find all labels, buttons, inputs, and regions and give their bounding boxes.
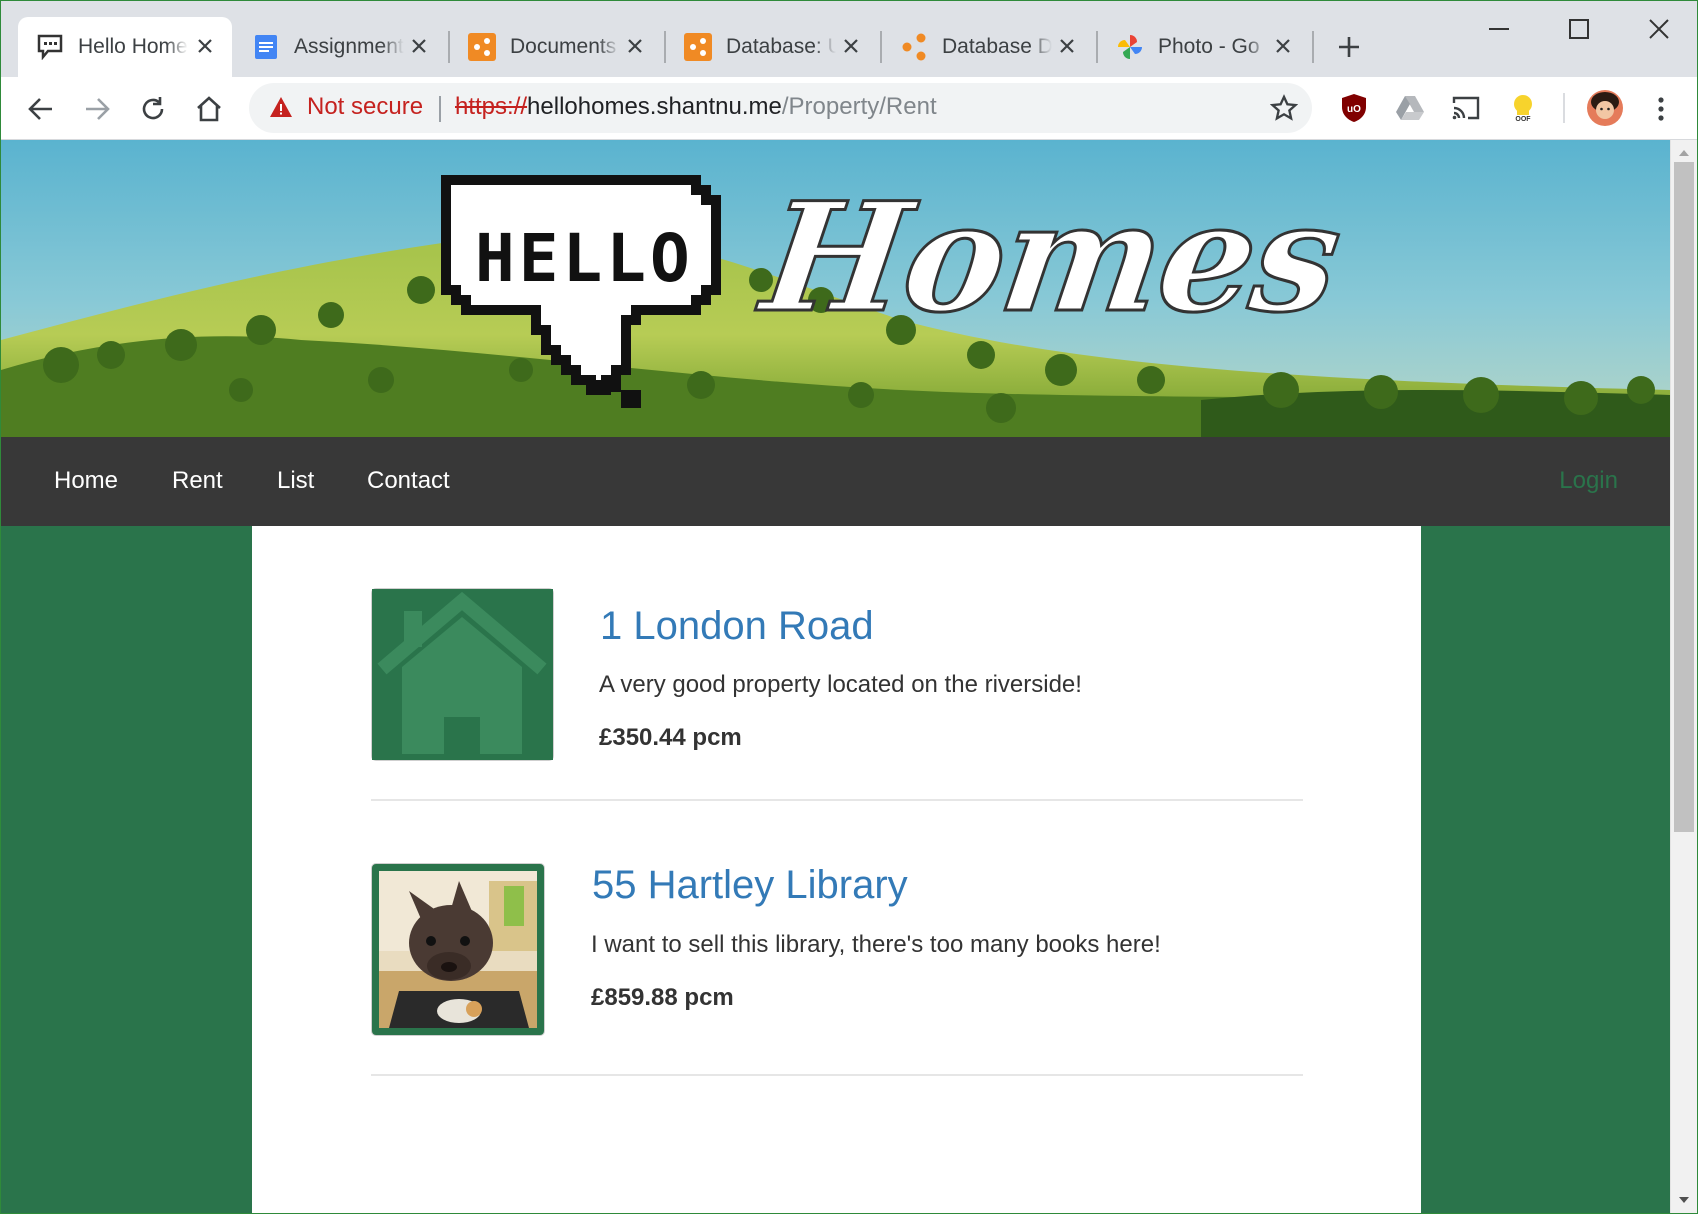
address-bar[interactable]: Not secure https://hellohomes.shantnu.me… — [249, 83, 1312, 133]
listing-description: A very good property located on the rive… — [599, 671, 1082, 698]
home-icon — [197, 96, 221, 122]
maximize-button[interactable] — [1544, 1, 1614, 57]
tab-database-u[interactable]: Database: U — [666, 17, 878, 77]
close-icon[interactable] — [408, 35, 430, 57]
app-icon — [468, 33, 496, 61]
ublock-extension-icon[interactable]: uO — [1337, 91, 1371, 125]
tab-photo[interactable]: Photo - Go — [1098, 17, 1310, 77]
listing-item: 1 London Road A very good property locat… — [371, 526, 1303, 801]
close-icon[interactable] — [1272, 35, 1294, 57]
page-viewport: HELLO Homes Home Rent List Contact Login — [1, 140, 1670, 1213]
tab-database-d[interactable]: Database D — [882, 17, 1094, 77]
login-link[interactable]: Login — [1559, 467, 1618, 495]
menu-button[interactable] — [1641, 89, 1681, 129]
tab-title: Hello Homes — [78, 35, 188, 58]
nav-contact[interactable]: Contact — [367, 467, 450, 495]
new-tab-button[interactable] — [1331, 29, 1367, 65]
listing-price: £859.88 pcm — [591, 984, 734, 1011]
tab-assignment[interactable]: Assignment — [234, 17, 446, 77]
house-placeholder-icon — [372, 589, 553, 760]
site-banner: HELLO Homes — [1, 140, 1670, 437]
close-icon[interactable] — [840, 35, 862, 57]
close-window-icon — [1649, 19, 1669, 39]
listing-item: 55 Hartley Library I want to sell this l… — [371, 801, 1303, 1076]
listing-image[interactable] — [371, 588, 554, 761]
svg-text:uO: uO — [1347, 104, 1361, 115]
brand-name[interactable]: Homes — [752, 169, 1350, 348]
docs-icon — [252, 33, 280, 61]
warning-triangle-icon[interactable] — [269, 95, 293, 124]
cast-icon[interactable] — [1449, 91, 1483, 125]
reload-icon — [142, 97, 164, 120]
security-status[interactable]: Not secure — [307, 93, 423, 121]
listing-title[interactable]: 55 Hartley Library — [592, 863, 908, 908]
listing-title[interactable]: 1 London Road — [600, 604, 874, 649]
tab-hello-homes[interactable]: Hello Homes — [18, 17, 232, 77]
scroll-up-icon — [1679, 150, 1689, 156]
close-icon[interactable] — [194, 35, 216, 57]
forward-button[interactable] — [77, 89, 117, 129]
maximize-icon — [1569, 19, 1589, 39]
tab-title: Documents — [510, 35, 617, 58]
plus-icon — [1339, 37, 1359, 57]
oof-extension-icon[interactable]: OOF — [1506, 91, 1540, 125]
logo-text: HELLO — [475, 220, 694, 297]
browser-window: Hello Homes Assignment Documents Databas… — [0, 0, 1698, 1214]
app-icon — [684, 33, 712, 61]
tab-title: Database D — [942, 35, 1052, 58]
scroll-down-icon — [1679, 1197, 1689, 1203]
minimize-button[interactable] — [1464, 1, 1534, 57]
url-host: hellohomes.shantnu.me — [527, 93, 782, 120]
minimize-icon — [1489, 28, 1509, 30]
drive-extension-icon[interactable] — [1393, 91, 1427, 125]
photos-pinwheel-icon — [1116, 33, 1144, 61]
speech-bubble-icon — [36, 33, 64, 61]
tab-separator — [1312, 31, 1314, 63]
tab-title: Photo - Go — [1158, 35, 1260, 58]
dog-photo — [379, 871, 537, 1028]
nav-list[interactable]: List — [277, 467, 314, 495]
scroll-thumb[interactable] — [1674, 162, 1694, 832]
tab-documents[interactable]: Documents — [450, 17, 662, 77]
nav-home[interactable]: Home — [54, 467, 118, 495]
close-icon[interactable] — [624, 35, 646, 57]
tab-strip: Hello Homes Assignment Documents Databas… — [1, 1, 1697, 77]
page-scrollbar[interactable] — [1670, 140, 1697, 1213]
site-nav: Home Rent List Contact Login — [1, 437, 1670, 526]
share-icon — [900, 33, 928, 61]
listing-image[interactable] — [371, 863, 545, 1036]
listing-price: £350.44 pcm — [599, 724, 742, 751]
toolbar-divider — [1563, 93, 1565, 123]
tab-title: Assignment — [294, 35, 404, 58]
nav-rent[interactable]: Rent — [172, 467, 223, 495]
reload-button[interactable] — [133, 89, 173, 129]
close-icon[interactable] — [1056, 35, 1078, 57]
browser-toolbar: Not secure https://hellohomes.shantnu.me… — [1, 77, 1697, 140]
url-text[interactable]: https://hellohomes.shantnu.me/Property/R… — [455, 93, 937, 121]
tab-title: Database: U — [726, 35, 836, 58]
back-arrow-icon — [28, 98, 52, 120]
back-button[interactable] — [21, 89, 61, 129]
kebab-menu-icon — [1658, 97, 1664, 121]
listing-description: I want to sell this library, there's too… — [591, 931, 1161, 958]
oof-label: OOF — [1515, 116, 1531, 123]
home-button[interactable] — [189, 89, 229, 129]
listings-panel: 1 London Road A very good property locat… — [252, 526, 1421, 1213]
close-window-button[interactable] — [1624, 1, 1694, 57]
omnibox-divider — [439, 96, 441, 122]
url-scheme: https:// — [455, 93, 528, 120]
url-path: /Property/Rent — [781, 93, 937, 120]
avatar[interactable] — [1586, 89, 1624, 127]
bookmark-star-icon[interactable] — [1269, 94, 1299, 127]
forward-arrow-icon — [86, 98, 110, 120]
